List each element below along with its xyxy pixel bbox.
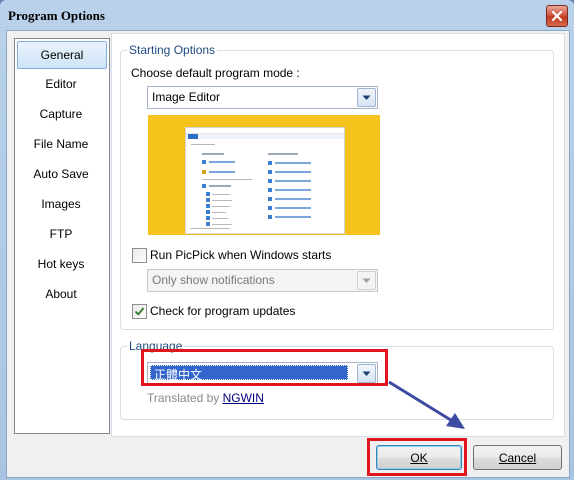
chevron-down-icon[interactable] [357, 88, 376, 107]
default-mode-label: Choose default program mode : [131, 66, 300, 80]
check-updates-label: Check for program updates [150, 304, 296, 318]
default-mode-select[interactable]: Image Editor [147, 86, 378, 109]
sidebar-item-general[interactable]: General [17, 41, 107, 69]
sidebar-item-auto-save[interactable]: Auto Save [17, 161, 105, 187]
chevron-down-icon[interactable] [357, 271, 376, 290]
annotation-arrow-icon [388, 380, 465, 429]
notification-mode-select[interactable]: Only show notifications [147, 269, 378, 292]
close-button[interactable] [546, 5, 568, 27]
ok-highlight-box [367, 438, 467, 476]
sidebar-item-about[interactable]: About [17, 281, 105, 307]
translated-by-text: Translated by NGWIN [147, 391, 264, 405]
starting-options-group: Starting Options Choose default program … [120, 43, 554, 330]
language-highlight-box [141, 349, 388, 386]
cancel-button[interactable]: Cancel [473, 445, 562, 470]
run-on-start-label: Run PicPick when Windows starts [150, 248, 332, 262]
translator-link[interactable]: NGWIN [223, 391, 264, 405]
sidebar-item-images[interactable]: Images [17, 191, 105, 217]
notification-mode-value: Only show notifications [152, 273, 275, 287]
title-bar[interactable]: Program Options [0, 0, 574, 30]
default-mode-value: Image Editor [152, 90, 221, 104]
sidebar-item-editor[interactable]: Editor [17, 71, 105, 97]
close-icon [551, 10, 563, 22]
check-updates-checkbox[interactable] [132, 304, 147, 319]
checkmark-icon [134, 307, 145, 316]
mode-preview-image [148, 115, 380, 235]
dialog-client-area: General Editor Capture File Name Auto Sa… [6, 30, 570, 478]
starting-options-title: Starting Options [127, 43, 218, 57]
preview-app-window [185, 127, 345, 234]
options-sidebar: General Editor Capture File Name Auto Sa… [14, 38, 110, 434]
sidebar-item-ftp[interactable]: FTP [17, 221, 105, 247]
window-title: Program Options [8, 8, 105, 23]
run-on-start-checkbox[interactable] [132, 248, 147, 263]
sidebar-item-capture[interactable]: Capture [17, 101, 105, 127]
sidebar-item-file-name[interactable]: File Name [17, 131, 105, 157]
sidebar-item-hot-keys[interactable]: Hot keys [17, 251, 105, 277]
program-options-window: Program Options General Editor Capture F… [0, 0, 574, 480]
